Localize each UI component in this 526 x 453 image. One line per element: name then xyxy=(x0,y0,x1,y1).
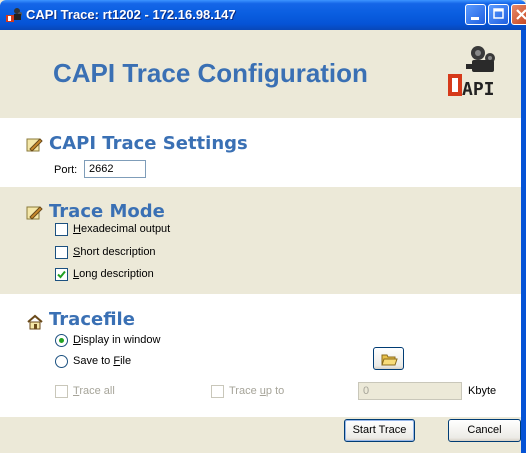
close-icon xyxy=(516,9,526,20)
save-to-file-label: Save to File xyxy=(73,355,132,367)
home-icon xyxy=(27,314,43,330)
pencil-icon xyxy=(26,206,43,220)
port-input[interactable] xyxy=(84,160,146,178)
hexadecimal-output-checkbox[interactable] xyxy=(55,223,68,236)
capi-trace-window: CAPI Trace: rt1202 - 172.16.98.147 CAPI … xyxy=(0,0,526,453)
save-to-file-radio[interactable] xyxy=(55,355,68,368)
tracefile-heading: Tracefile xyxy=(49,309,135,330)
checkmark-icon xyxy=(57,270,66,279)
short-description-checkbox[interactable] xyxy=(55,246,68,259)
maximize-icon xyxy=(493,8,504,19)
long-description-label: Long description xyxy=(73,268,154,280)
trace-all-checkbox[interactable] xyxy=(55,385,68,398)
minimize-icon xyxy=(471,17,479,20)
display-in-window-radio[interactable] xyxy=(55,334,68,347)
display-in-window-label: Display in window xyxy=(73,334,161,346)
window-border xyxy=(521,30,526,453)
long-description-checkbox[interactable] xyxy=(55,268,68,281)
settings-heading: CAPI Trace Settings xyxy=(49,133,248,154)
port-label: Port: xyxy=(54,164,78,176)
minimize-button[interactable] xyxy=(465,4,486,25)
trace-up-to-label: Trace up to xyxy=(229,385,285,397)
window-title: CAPI Trace: rt1202 - 172.16.98.147 xyxy=(26,7,236,22)
capi-logo: API xyxy=(448,46,495,100)
close-button[interactable] xyxy=(511,4,526,25)
trace-mode-heading: Trace Mode xyxy=(49,201,165,222)
trace-up-to-checkbox[interactable] xyxy=(211,385,224,398)
app-icon xyxy=(6,8,22,22)
hexadecimal-output-label: Hexadecimal output xyxy=(73,223,171,235)
start-trace-button[interactable]: Start Trace xyxy=(344,419,415,442)
browse-folder-button[interactable] xyxy=(373,347,404,370)
title-bar[interactable]: CAPI Trace: rt1202 - 172.16.98.147 xyxy=(0,0,526,30)
svg-text:API: API xyxy=(462,79,495,100)
folder-open-icon xyxy=(381,354,398,366)
kbyte-unit-label: Kbyte xyxy=(468,385,497,397)
maximize-button[interactable] xyxy=(488,4,509,25)
pencil-icon xyxy=(26,138,43,152)
trace-size-input[interactable] xyxy=(358,382,462,400)
short-description-label: Short description xyxy=(73,246,156,258)
cancel-button[interactable]: Cancel xyxy=(448,419,521,442)
trace-all-label: Trace all xyxy=(73,385,115,397)
dialog-title: CAPI Trace Configuration xyxy=(53,58,368,88)
